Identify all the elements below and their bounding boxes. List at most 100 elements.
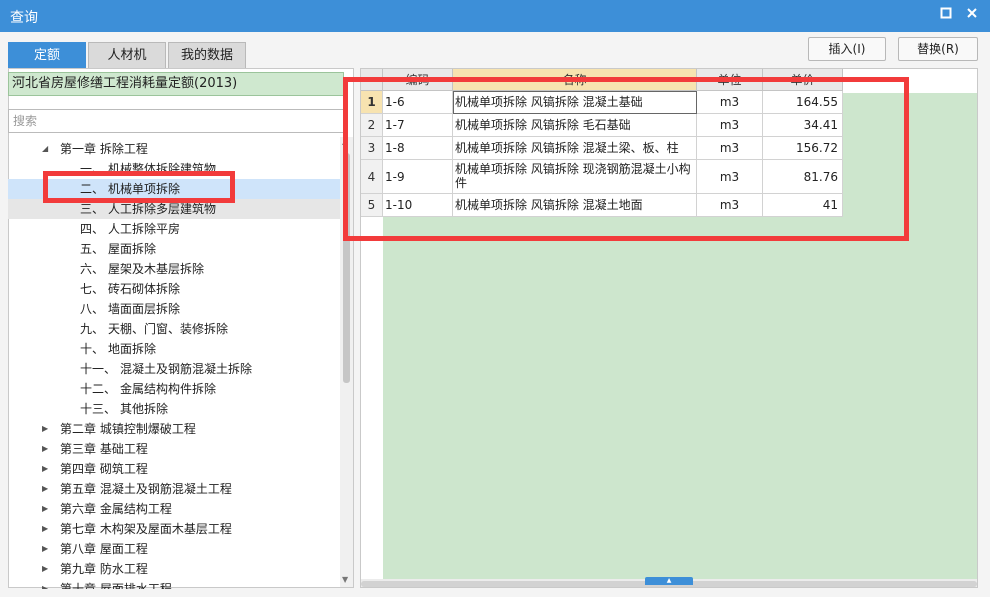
expand-arrow-icon[interactable]: ▶ (42, 479, 52, 499)
row-number[interactable]: 3 (361, 137, 383, 160)
grid-cell-code[interactable]: 1-8 (383, 137, 453, 160)
tree-chapter[interactable]: ◢ 第一章 拆除工程 (8, 139, 342, 159)
grid-cell-code[interactable]: 1-10 (383, 194, 453, 217)
expand-arrow-icon[interactable]: ▶ (42, 439, 52, 459)
tree-section-number: 十一、 (80, 362, 117, 376)
row-number[interactable]: 5 (361, 194, 383, 217)
row-number-header[interactable] (361, 69, 383, 91)
tree-section[interactable]: 八、 墙面面层拆除 (8, 299, 342, 319)
grid-cell-unit[interactable]: m3 (697, 137, 763, 160)
grid-cell-unit[interactable]: m3 (697, 114, 763, 137)
grid-cell-unit[interactable]: m3 (697, 91, 763, 114)
tree-chapter[interactable]: ▶ 第九章 防水工程 (8, 559, 342, 579)
tree-section[interactable]: 三、 人工拆除多层建筑物 (8, 199, 342, 219)
scroll-up-icon[interactable]: ▲ (342, 137, 348, 146)
tree-section[interactable]: 五、 屋面拆除 (8, 239, 342, 259)
grid-cell-name[interactable]: 机械单项拆除 风镐拆除 现浇钢筋混凝土小构件 (453, 160, 697, 194)
tree-label: 第十章 屋面排水工程 (60, 582, 172, 589)
window-title: 查询 (10, 10, 38, 26)
tree-label: 第九章 防水工程 (60, 562, 148, 576)
grid-cell-name[interactable]: 机械单项拆除 风镐拆除 混凝土梁、板、柱 (453, 137, 697, 160)
tree-section[interactable]: 十二、 金属结构构件拆除 (8, 379, 342, 399)
scroll-down-icon[interactable]: ▼ (342, 575, 348, 584)
tree-section-number: 一、 (80, 162, 105, 176)
grid-cell-price[interactable]: 81.76 (763, 160, 843, 194)
tree-section[interactable]: 七、 砖石砌体拆除 (8, 279, 342, 299)
grid-cell-unit[interactable]: m3 (697, 194, 763, 217)
tree-label: 第五章 混凝土及钢筋混凝土工程 (60, 482, 232, 496)
tab-quota[interactable]: 定额 (8, 42, 86, 68)
restore-icon[interactable] (936, 6, 956, 26)
row-number[interactable]: 1 (361, 91, 383, 114)
tree-section[interactable]: 六、 屋架及木基层拆除 (8, 259, 342, 279)
tree-section-number: 五、 (80, 242, 105, 256)
insert-button[interactable]: 插入(I) (808, 37, 886, 61)
expand-arrow-icon[interactable]: ▶ (42, 579, 52, 589)
splitter-grip-icon[interactable]: ▲ (645, 577, 693, 585)
query-dialog: 定额 人材机 我的数据 插入(I) 替换(R) 河北省房屋修缮工程消耗量定额(2… (0, 32, 990, 597)
tab-labor-material-machine[interactable]: 人材机 (88, 42, 166, 68)
tree-label: 墙面面层拆除 (108, 302, 181, 316)
tree-label: 第六章 金属结构工程 (60, 502, 172, 516)
column-header-price[interactable]: 单价 (763, 69, 843, 91)
tree-label: 第七章 木构架及屋面木基层工程 (60, 522, 232, 536)
row-number[interactable]: 4 (361, 160, 383, 194)
search-input[interactable] (8, 109, 344, 133)
tree-chapter[interactable]: ▶ 第十章 屋面排水工程 (8, 579, 342, 589)
tree-section-number: 十、 (80, 342, 105, 356)
tree-chapter[interactable]: ▶ 第二章 城镇控制爆破工程 (8, 419, 342, 439)
tree-label: 屋架及木基层拆除 (108, 262, 205, 276)
chapter-tree: ◢ 第一章 拆除工程一、 机械整体拆除建筑物 二、 机械单项拆除 三、 人工拆除多层建筑物四… (8, 137, 342, 589)
collapse-arrow-icon[interactable]: ◢ (42, 139, 52, 159)
expand-arrow-icon[interactable]: ▶ (42, 419, 52, 439)
grid-cell-name[interactable]: 机械单项拆除 风镐拆除 混凝土基础 (453, 91, 697, 114)
grid-cell-name[interactable]: 机械单项拆除 风镐拆除 混凝土地面 (453, 194, 697, 217)
grid-cell-price[interactable]: 164.55 (763, 91, 843, 114)
tree-section-number: 九、 (80, 322, 105, 336)
grid-cell-price[interactable]: 156.72 (763, 137, 843, 160)
tree-label: 第二章 城镇控制爆破工程 (60, 422, 196, 436)
row-number[interactable]: 2 (361, 114, 383, 137)
tree-chapter[interactable]: ▶ 第六章 金属结构工程 (8, 499, 342, 519)
close-icon[interactable] (962, 6, 982, 26)
tree-label: 第一章 拆除工程 (60, 142, 148, 156)
expand-arrow-icon[interactable]: ▶ (42, 539, 52, 559)
quota-library-select[interactable]: 河北省房屋修缮工程消耗量定额(2013) (8, 72, 344, 96)
scrollbar-thumb[interactable] (343, 153, 350, 383)
tree-section-number: 三、 (80, 202, 105, 216)
tree-section[interactable]: 九、 天棚、门窗、装修拆除 (8, 319, 342, 339)
grid-cell-code[interactable]: 1-7 (383, 114, 453, 137)
tree-section[interactable]: 一、 机械整体拆除建筑物 (8, 159, 342, 179)
tree-label: 第四章 砌筑工程 (60, 462, 148, 476)
column-header-name[interactable]: 名称 (453, 69, 697, 91)
tree-chapter[interactable]: ▶ 第七章 木构架及屋面木基层工程 (8, 519, 342, 539)
grid-cell-name[interactable]: 机械单项拆除 风镐拆除 毛石基础 (453, 114, 697, 137)
column-header-unit[interactable]: 单位 (697, 69, 763, 91)
tree-label: 其他拆除 (120, 402, 169, 416)
tree-section[interactable]: 十、 地面拆除 (8, 339, 342, 359)
grid-cell-code[interactable]: 1-6 (383, 91, 453, 114)
replace-button[interactable]: 替换(R) (898, 37, 978, 61)
tree-section[interactable]: 四、 人工拆除平房 (8, 219, 342, 239)
grid-cell-code[interactable]: 1-9 (383, 160, 453, 194)
grid-cell-unit[interactable]: m3 (697, 160, 763, 194)
tree-scrollbar[interactable]: ▲ ▼ (340, 137, 353, 587)
tree-label: 机械单项拆除 (108, 182, 181, 196)
tree-chapter[interactable]: ▶ 第四章 砌筑工程 (8, 459, 342, 479)
tree-section[interactable]: 二、 机械单项拆除 (8, 179, 342, 199)
quota-grid-panel: 编码 名称 单位 单价 1 1-6 机械单项拆除 风镐拆除 混凝土基础 m3 164.55 2 1-… (360, 68, 978, 588)
tree-chapter[interactable]: ▶ 第三章 基础工程 (8, 439, 342, 459)
tree-section-number: 十二、 (80, 382, 117, 396)
tree-chapter[interactable]: ▶ 第五章 混凝土及钢筋混凝土工程 (8, 479, 342, 499)
expand-arrow-icon[interactable]: ▶ (42, 459, 52, 479)
expand-arrow-icon[interactable]: ▶ (42, 519, 52, 539)
expand-arrow-icon[interactable]: ▶ (42, 499, 52, 519)
grid-cell-price[interactable]: 34.41 (763, 114, 843, 137)
column-header-code[interactable]: 编码 (383, 69, 453, 91)
tree-section[interactable]: 十三、 其他拆除 (8, 399, 342, 419)
tree-section[interactable]: 十一、 混凝土及钢筋混凝土拆除 (8, 359, 342, 379)
tree-chapter[interactable]: ▶ 第八章 屋面工程 (8, 539, 342, 559)
expand-arrow-icon[interactable]: ▶ (42, 559, 52, 579)
grid-cell-price[interactable]: 41 (763, 194, 843, 217)
tab-my-data[interactable]: 我的数据 (168, 42, 246, 68)
